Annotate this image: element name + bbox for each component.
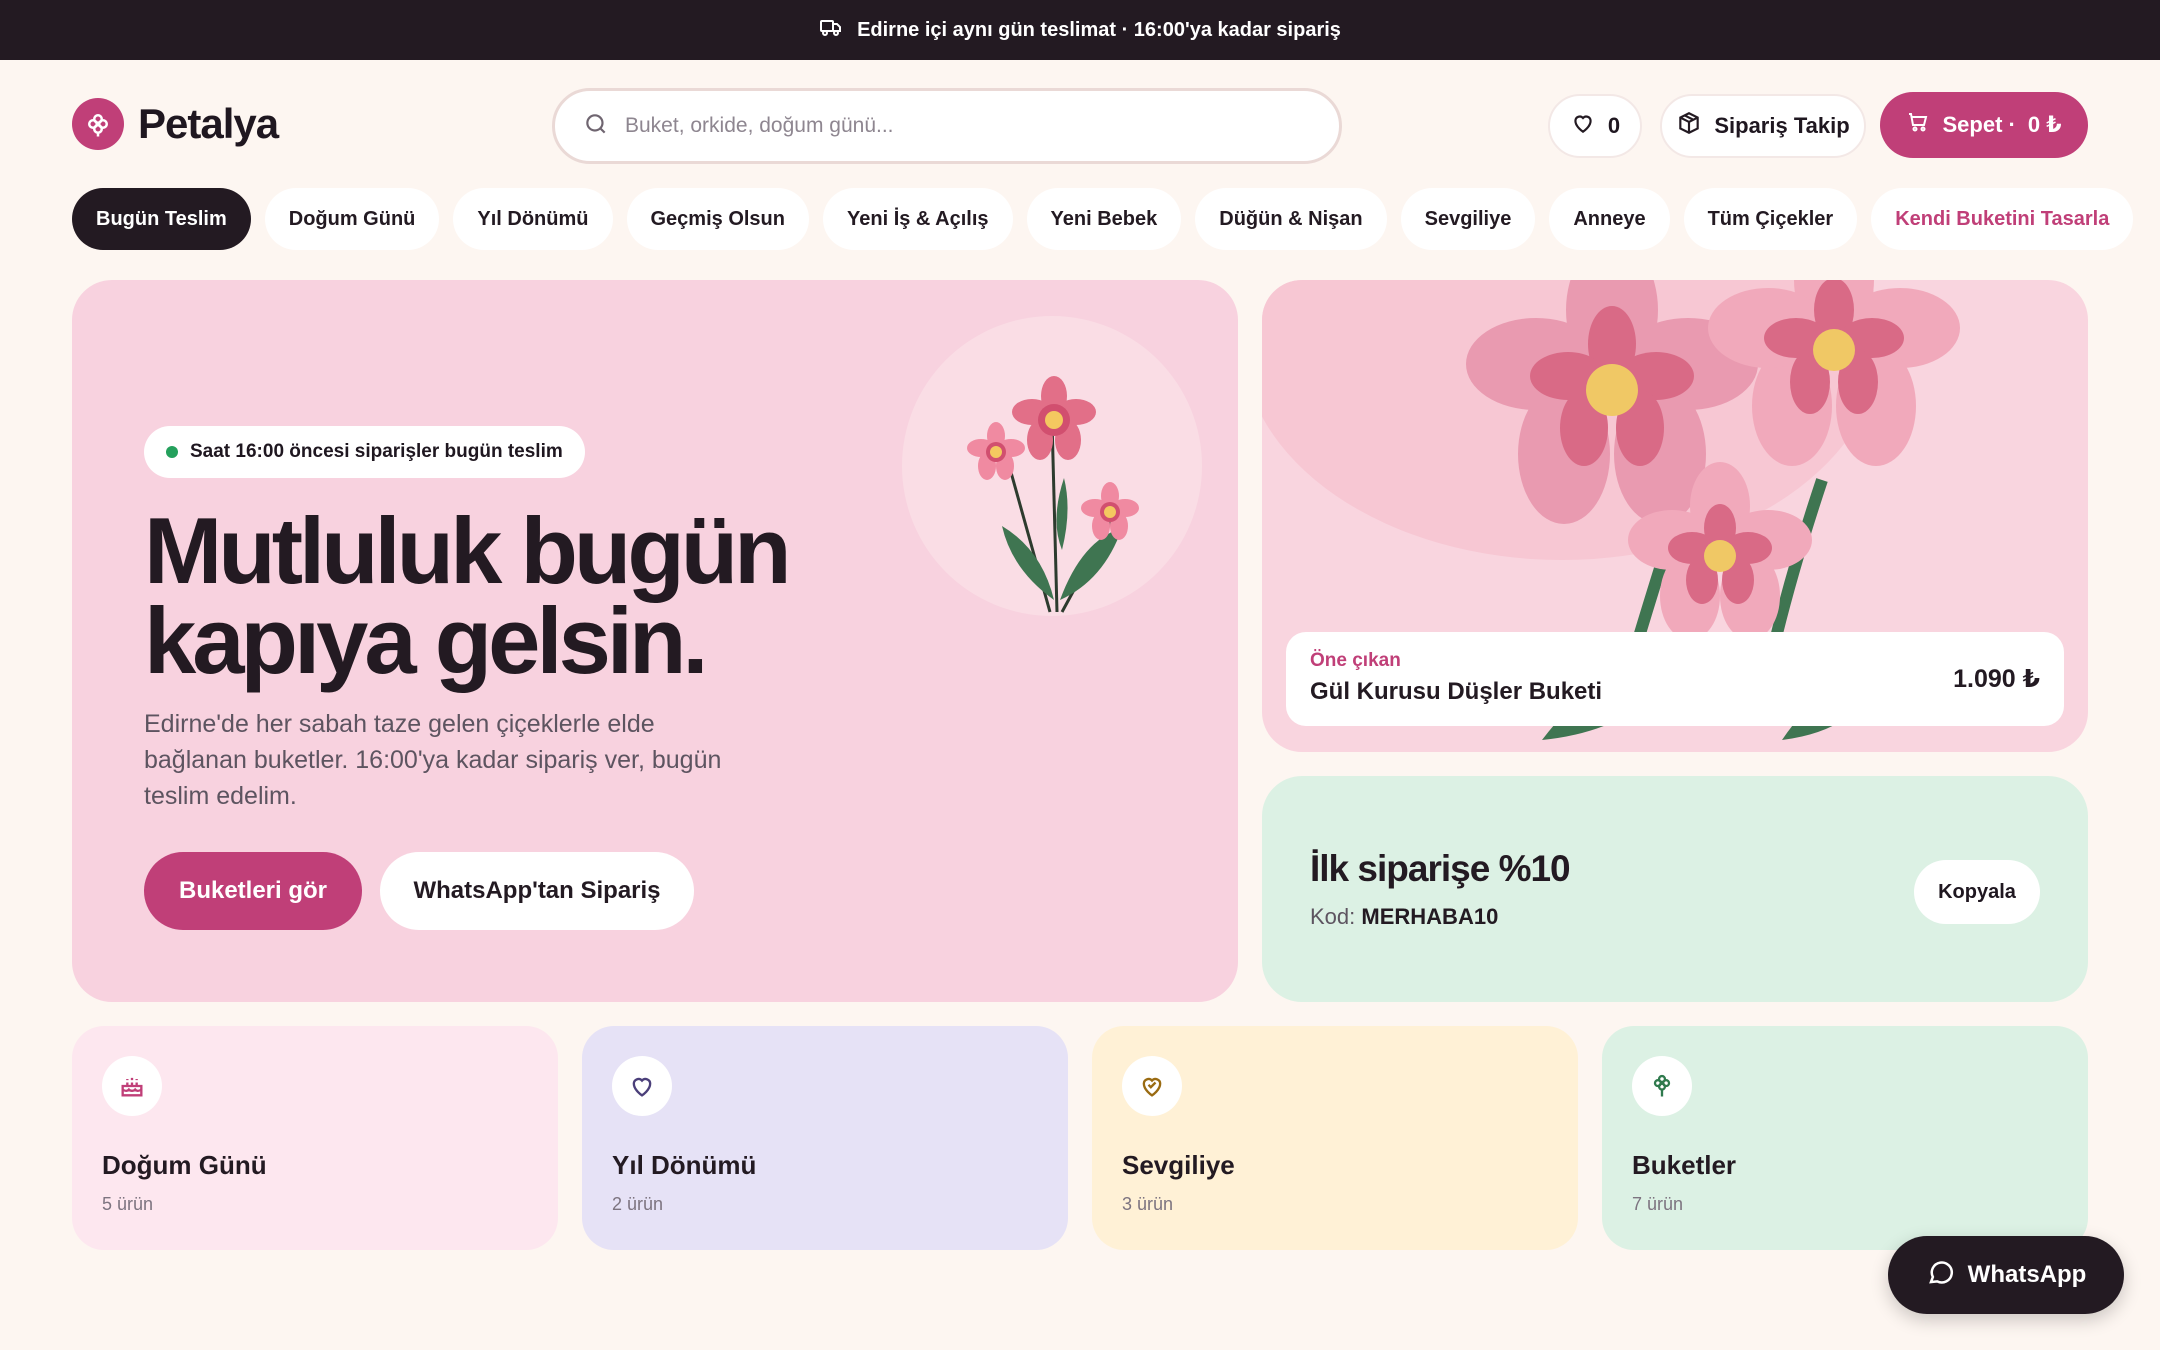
whatsapp-order-button[interactable]: WhatsApp'tan Sipariş bbox=[380, 852, 694, 930]
promo-code-line: Kod: MERHABA10 bbox=[1310, 904, 1498, 930]
cart-icon bbox=[1906, 110, 1930, 140]
hero-title-line-1: Mutluluk bugün bbox=[144, 498, 792, 603]
tile-bouquets[interactable]: Buketler 7 ürün bbox=[1602, 1026, 2088, 1250]
category-chip-wedding[interactable]: Düğün & Nişan bbox=[1195, 188, 1387, 250]
chat-bubble-icon bbox=[1926, 1257, 1956, 1294]
category-chip-all-flowers[interactable]: Tüm Çiçekler bbox=[1683, 188, 1858, 250]
brand-name: Petalya bbox=[138, 100, 279, 147]
featured-product-name: Gül Kurusu Düşler Buketi bbox=[1310, 678, 1603, 705]
delivery-badge: Saat 16:00 öncesi siparişler bugün tesli… bbox=[144, 426, 585, 478]
promo-title: İlk siparişe %10 bbox=[1310, 848, 1571, 889]
category-chip-today[interactable]: Bugün Teslim bbox=[72, 188, 251, 250]
cake-icon bbox=[102, 1056, 162, 1116]
tile-title: Doğum Günü bbox=[102, 1150, 267, 1180]
category-tiles: Doğum Günü 5 ürün Yıl Dönümü 2 ürün Sevg… bbox=[72, 1026, 2088, 1250]
hero-title-line-2: kapıya gelsin. bbox=[144, 588, 709, 693]
category-chip-birthday[interactable]: Doğum Günü bbox=[264, 188, 440, 250]
category-chip-new-baby[interactable]: Yeni Bebek bbox=[1026, 188, 1182, 250]
search-input[interactable] bbox=[625, 114, 1265, 138]
tile-count: 7 ürün bbox=[1632, 1194, 1684, 1214]
cart-button[interactable]: Sepet · 0 ₺ bbox=[1880, 92, 2088, 158]
tile-anniversary[interactable]: Yıl Dönümü 2 ürün bbox=[582, 1026, 1068, 1250]
tile-lover[interactable]: Sevgiliye 3 ürün bbox=[1092, 1026, 1578, 1250]
category-chip-get-well[interactable]: Geçmiş Olsun bbox=[626, 188, 809, 250]
hero-title: Mutluluk bugün kapıya gelsin. bbox=[144, 498, 844, 693]
order-track-button[interactable]: Sipariş Takip bbox=[1660, 94, 1866, 158]
whatsapp-fab[interactable]: WhatsApp bbox=[1888, 1236, 2124, 1314]
site-header: Petalya 0 Sipariş Takip Sepet · 0 ₺ bbox=[72, 88, 2088, 164]
category-chip-anniversary[interactable]: Yıl Dönümü bbox=[453, 188, 613, 250]
delivery-badge-text: Saat 16:00 öncesi siparişler bugün tesli… bbox=[190, 441, 563, 462]
featured-tag: Öne çıkan bbox=[1310, 650, 1401, 671]
announcement-text: Edirne içi aynı gün teslimat · 16:00'ya … bbox=[857, 18, 1341, 41]
featured-product-card[interactable]: Öne çıkan Gül Kurusu Düşler Buketi 1.090… bbox=[1262, 280, 2088, 752]
tile-count: 5 ürün bbox=[102, 1194, 154, 1214]
category-chip-lover[interactable]: Sevgiliye bbox=[1400, 188, 1536, 250]
cart-total: 0 ₺ bbox=[2027, 112, 2062, 137]
cart-label: Sepet · bbox=[1942, 112, 2016, 137]
package-icon bbox=[1676, 110, 1702, 142]
tile-count: 2 ürün bbox=[612, 1194, 664, 1214]
hero-subtitle: Edirne'de her sabah taze gelen çiçeklerl… bbox=[144, 710, 722, 810]
tile-title: Buketler bbox=[1632, 1150, 1737, 1180]
featured-product-info: Öne çıkan Gül Kurusu Düşler Buketi 1.090… bbox=[1286, 632, 2064, 726]
copy-code-button[interactable]: Kopyala bbox=[1914, 860, 2040, 924]
announcement-bar: Edirne içi aynı gün teslimat · 16:00'ya … bbox=[0, 0, 2160, 60]
brand-logo[interactable]: Petalya bbox=[72, 98, 279, 150]
flower-icon bbox=[72, 98, 124, 150]
promo-card: İlk siparişe %10 Kod: MERHABA10 Kopyala bbox=[1262, 776, 2088, 1002]
heart-icon bbox=[1570, 110, 1596, 142]
category-nav: Bugün Teslim Doğum Günü Yıl Dönümü Geçmi… bbox=[72, 188, 2134, 250]
promo-code: MERHABA10 bbox=[1361, 904, 1499, 929]
featured-product-price: 1.090 ₺ bbox=[1953, 665, 2040, 693]
status-dot-icon bbox=[166, 446, 178, 458]
tile-count: 3 ürün bbox=[1122, 1194, 1174, 1214]
search-icon bbox=[583, 111, 609, 142]
tile-birthday[interactable]: Doğum Günü 5 ürün bbox=[72, 1026, 558, 1250]
flower-icon bbox=[1632, 1056, 1692, 1116]
truck-icon bbox=[819, 15, 843, 45]
favorites-button[interactable]: 0 bbox=[1548, 94, 1642, 158]
order-track-label: Sipariş Takip bbox=[1714, 113, 1850, 138]
hero-banner: Saat 16:00 öncesi siparişler bugün tesli… bbox=[72, 280, 1238, 1002]
category-chip-design-bouquet[interactable]: Kendi Buketini Tasarla bbox=[1871, 188, 2134, 250]
bouquet-illustration bbox=[967, 376, 1139, 613]
search-box[interactable] bbox=[552, 88, 1342, 164]
category-chip-new-job[interactable]: Yeni İş & Açılış bbox=[823, 188, 1013, 250]
category-chip-mother[interactable]: Anneye bbox=[1549, 188, 1670, 250]
view-bouquets-button[interactable]: Buketleri gör bbox=[144, 852, 362, 930]
tile-title: Sevgiliye bbox=[1122, 1150, 1235, 1180]
favorites-count: 0 bbox=[1607, 113, 1621, 138]
heart-icon bbox=[612, 1056, 672, 1116]
whatsapp-fab-label: WhatsApp bbox=[1967, 1261, 2087, 1288]
tile-title: Yıl Dönümü bbox=[612, 1150, 757, 1180]
promo-code-label: Kod: bbox=[1310, 904, 1356, 929]
heart-handshake-icon bbox=[1122, 1056, 1182, 1116]
